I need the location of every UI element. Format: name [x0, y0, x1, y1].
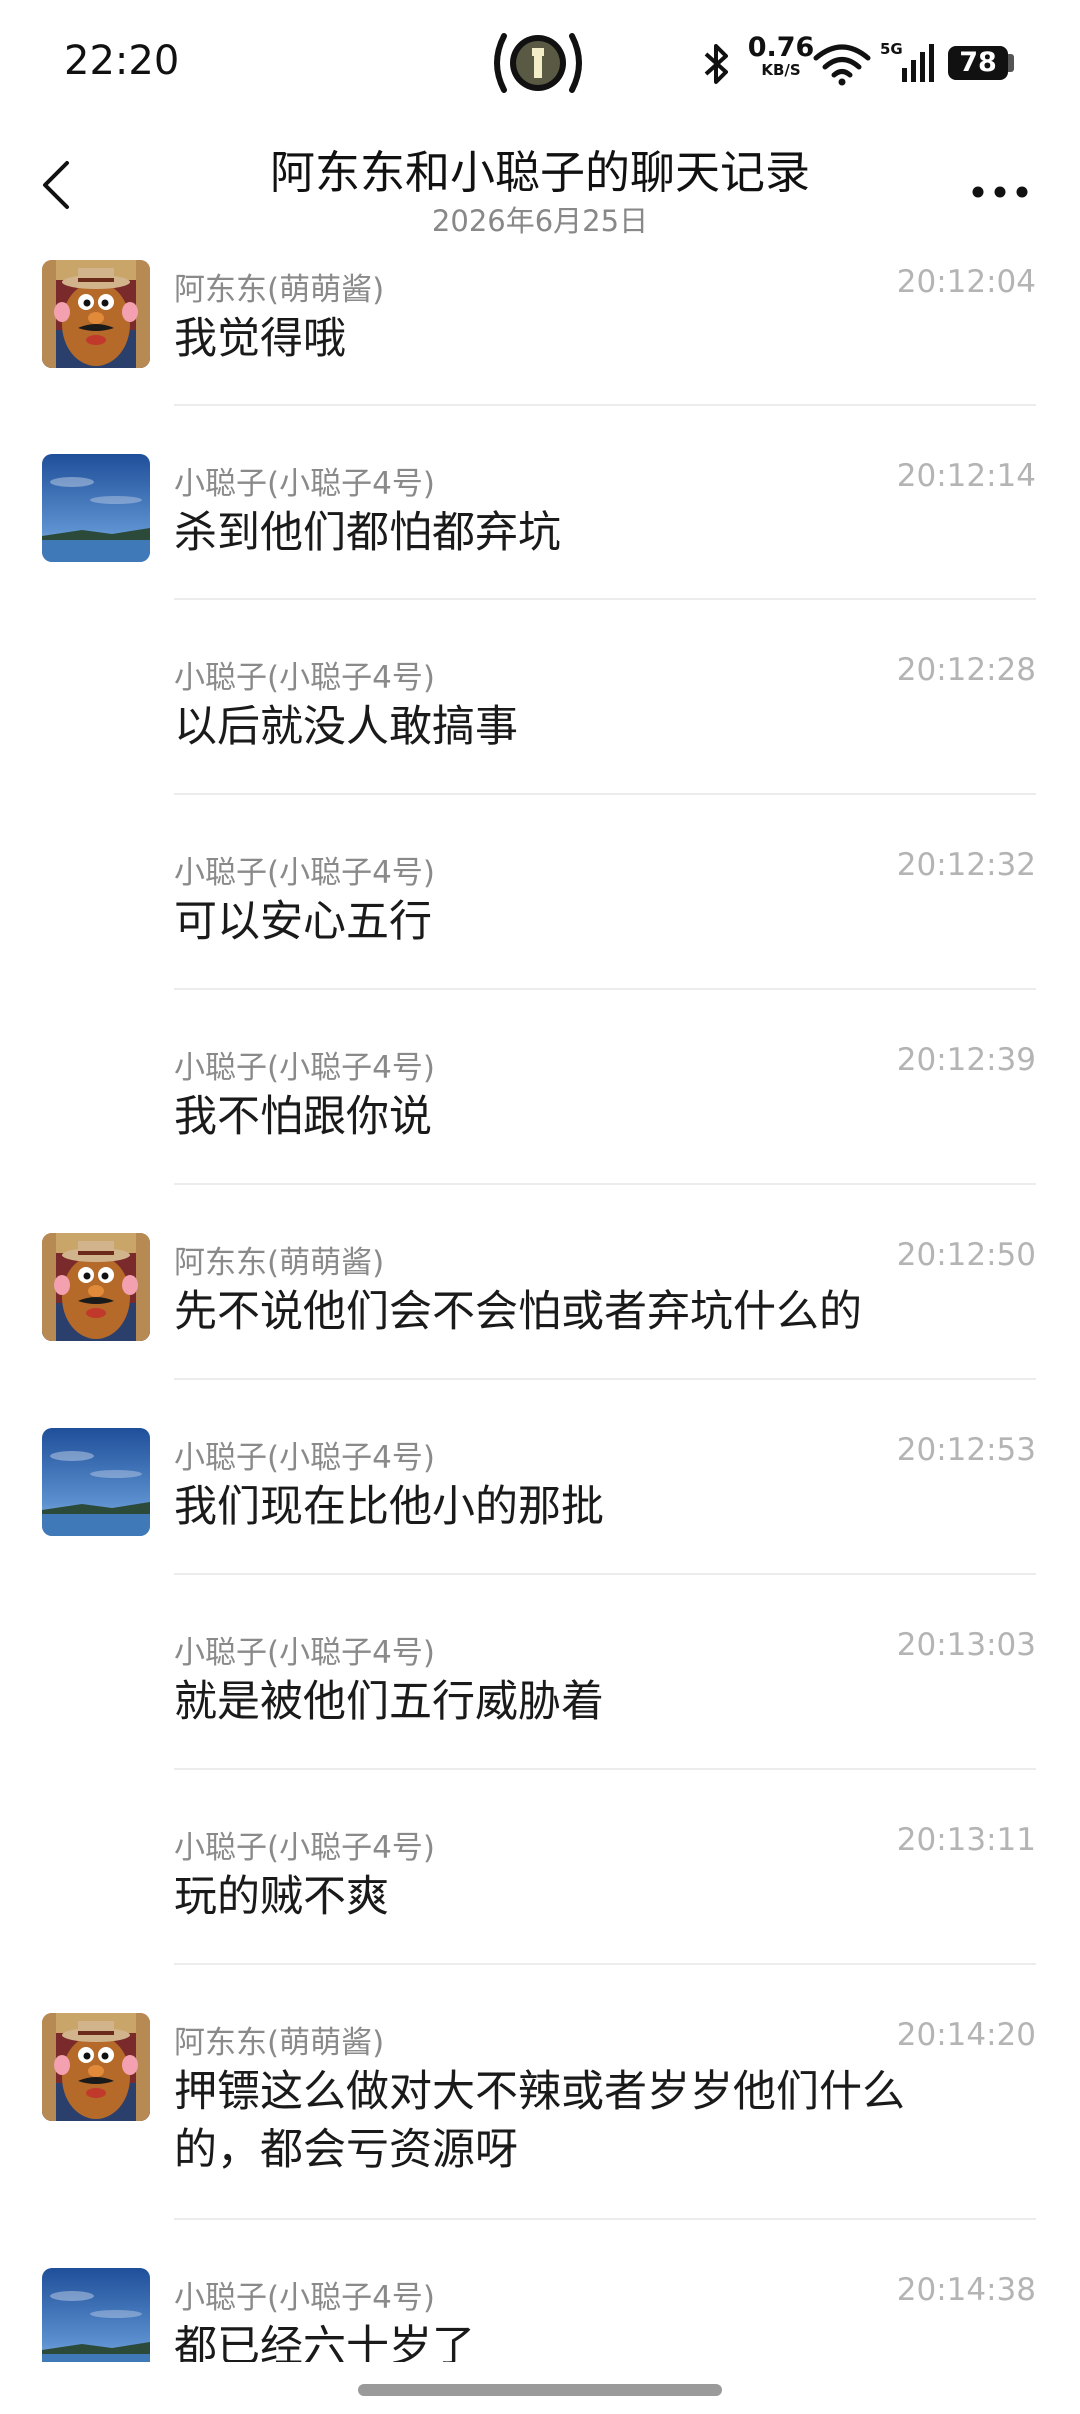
avatar[interactable]: [42, 2268, 150, 2362]
cellular-signal-icon: 5G: [880, 40, 936, 92]
avatar[interactable]: [42, 2013, 150, 2121]
message-item[interactable]: 小聪子(小聪子4号) 20:12:28 以后就没人敢搞事: [0, 600, 1080, 795]
sender-name: 小聪子(小聪子4号): [174, 1830, 435, 1866]
network-speed-unit: KB/S: [761, 61, 801, 79]
message-text: 我不怕跟你说: [174, 1092, 432, 1142]
sender-name: 小聪子(小聪子4号): [174, 1050, 435, 1086]
message-time: 20:12:53: [896, 1432, 1036, 1468]
message-text: 就是被他们五行威胁着: [174, 1677, 604, 1727]
lake-sky-avatar-image: [42, 454, 150, 562]
page-title: 阿东东和小聪子的聊天记录: [269, 146, 810, 199]
avatar[interactable]: [42, 454, 150, 562]
message-item[interactable]: 小聪子(小聪子4号) 20:13:11 玩的贼不爽: [0, 1770, 1080, 1965]
message-item[interactable]: 小聪子(小聪子4号) 20:13:03 就是被他们五行威胁着: [0, 1575, 1080, 1770]
status-icons: 0.76 KB/S 5G 78: [700, 34, 1020, 92]
message-text: 都已经六十岁了: [174, 2322, 475, 2362]
message-list[interactable]: 阿东东(萌萌酱) 20:12:04 我觉得哦 小聪子(小聪子4号) 20:12:…: [0, 252, 1080, 2362]
lake-sky-avatar-image: [42, 2268, 150, 2362]
message-time: 20:12:39: [896, 1042, 1036, 1078]
avatar[interactable]: [42, 1428, 150, 1536]
back-button[interactable]: [26, 150, 86, 220]
status-time: 22:20: [64, 38, 180, 84]
message-time: 20:12:32: [896, 847, 1036, 883]
sender-name: 阿东东(萌萌酱): [174, 272, 385, 308]
message-item[interactable]: 阿东东(萌萌酱) 20:14:20 押镖这么做对大不辣或者岁岁他们什么的，都会亏…: [0, 1965, 1080, 2220]
message-item[interactable]: 阿东东(萌萌酱) 20:12:50 先不说他们会不会怕或者弃坑什么的: [0, 1185, 1080, 1380]
sender-name: 阿东东(萌萌酱): [174, 2025, 385, 2061]
home-indicator[interactable]: [358, 2384, 722, 2396]
battery-icon: 78: [948, 46, 1008, 80]
message-text: 押镖这么做对大不辣或者岁岁他们什么的，都会亏资源呀: [174, 2067, 905, 2175]
sender-name: 小聪子(小聪子4号): [174, 1440, 435, 1476]
bluetooth-icon: [704, 44, 728, 84]
more-button[interactable]: [960, 162, 1040, 222]
sender-name: 小聪子(小聪子4号): [174, 2280, 435, 2316]
potato-head-avatar-image: [42, 1233, 150, 1341]
battery-tip: [1008, 54, 1014, 72]
network-type-label: 5G: [880, 40, 903, 58]
message-time: 20:12:28: [896, 652, 1036, 688]
flashlight-icon: [494, 33, 582, 93]
lake-sky-avatar-image: [42, 1428, 150, 1536]
message-time: 20:13:03: [896, 1627, 1036, 1663]
status-bar: 22:20 0.76 KB/S 5G 78: [0, 0, 1080, 130]
network-speed-value: 0.76: [747, 32, 815, 63]
message-time: 20:12:14: [896, 458, 1036, 494]
sender-name: 小聪子(小聪子4号): [174, 660, 435, 696]
more-dots-icon: [972, 186, 1028, 198]
message-item[interactable]: 阿东东(萌萌酱) 20:12:04 我觉得哦: [0, 252, 1080, 406]
back-chevron-icon: [43, 161, 69, 209]
sender-name: 小聪子(小聪子4号): [174, 855, 435, 891]
message-item[interactable]: 小聪子(小聪子4号) 20:14:38 都已经六十岁了: [0, 2220, 1080, 2362]
message-text: 玩的贼不爽: [174, 1872, 389, 1922]
message-item[interactable]: 小聪子(小聪子4号) 20:12:14 杀到他们都怕都弃坑: [0, 406, 1080, 600]
message-time: 20:14:38: [896, 2272, 1036, 2308]
message-text: 杀到他们都怕都弃坑: [174, 508, 561, 558]
message-item[interactable]: 小聪子(小聪子4号) 20:12:53 我们现在比他小的那批: [0, 1380, 1080, 1575]
network-speed: 0.76 KB/S: [744, 34, 818, 78]
page-subtitle-date: 2026年6月25日: [431, 204, 649, 238]
wifi-icon: [813, 44, 871, 86]
message-text: 我们现在比他小的那批: [174, 1482, 604, 1532]
message-time: 20:14:20: [896, 2017, 1036, 2053]
potato-head-avatar-image: [42, 260, 150, 368]
chat-history-header: 阿东东和小聪子的聊天记录 2026年6月25日: [0, 130, 1080, 240]
message-time: 20:13:11: [896, 1822, 1036, 1858]
avatar[interactable]: [42, 260, 150, 368]
message-time: 20:12:04: [896, 264, 1036, 300]
message-item[interactable]: 小聪子(小聪子4号) 20:12:39 我不怕跟你说: [0, 990, 1080, 1185]
avatar[interactable]: [42, 1233, 150, 1341]
sender-name: 小聪子(小聪子4号): [174, 466, 435, 502]
message-text: 我觉得哦: [174, 314, 346, 364]
sender-name: 小聪子(小聪子4号): [174, 1635, 435, 1671]
message-text: 以后就没人敢搞事: [174, 702, 518, 752]
message-item[interactable]: 小聪子(小聪子4号) 20:12:32 可以安心五行: [0, 795, 1080, 990]
sender-name: 阿东东(萌萌酱): [174, 1245, 385, 1281]
potato-head-avatar-image: [42, 2013, 150, 2121]
message-time: 20:12:50: [896, 1237, 1036, 1273]
message-text: 可以安心五行: [174, 897, 432, 947]
message-text: 先不说他们会不会怕或者弃坑什么的: [174, 1287, 862, 1337]
